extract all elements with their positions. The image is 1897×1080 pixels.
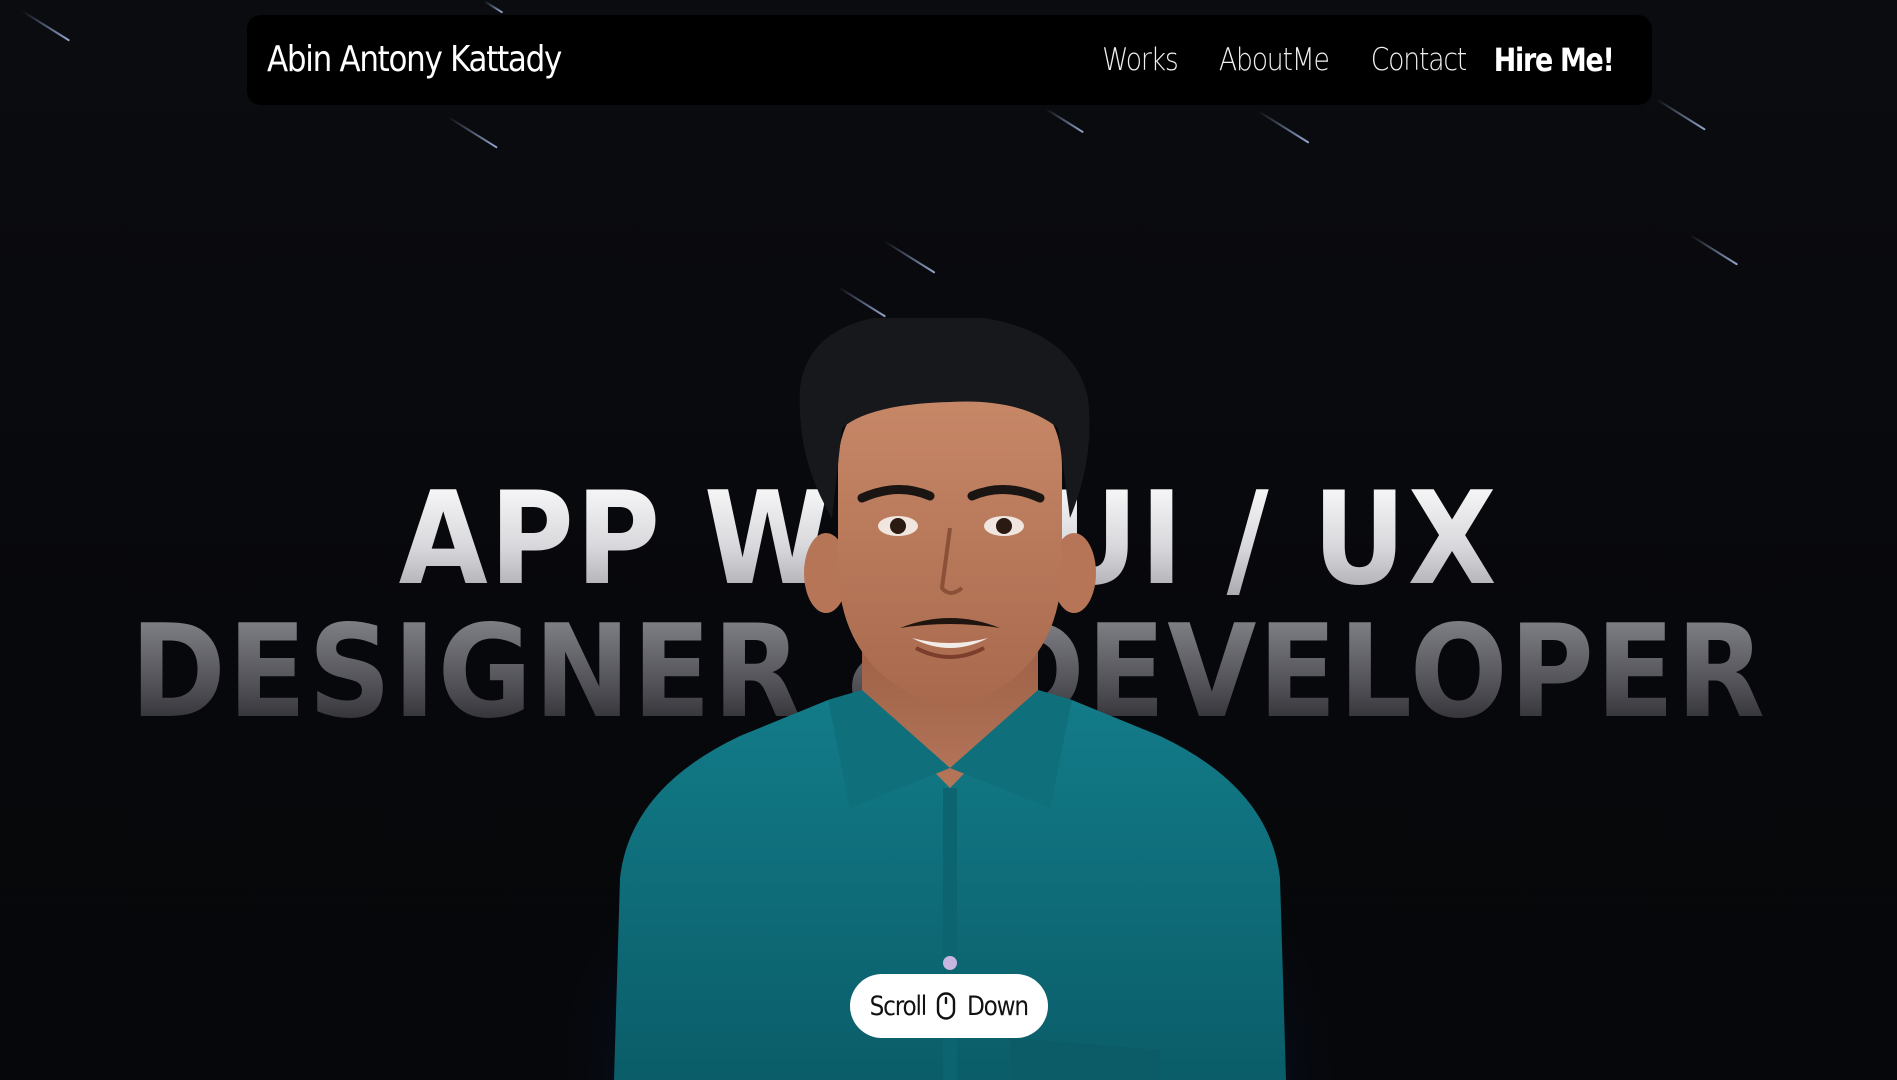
brand-logo[interactable]: Abin Antony Kattady bbox=[267, 15, 562, 105]
nav-link-aboutme[interactable]: AboutMe bbox=[1218, 42, 1329, 78]
navbar: Abin Antony Kattady Works AboutMe Contac… bbox=[247, 15, 1652, 105]
shooting-star bbox=[447, 116, 498, 149]
shooting-star bbox=[1655, 98, 1706, 131]
shooting-star bbox=[883, 240, 936, 274]
shooting-star bbox=[483, 0, 504, 14]
hire-me-button[interactable]: Hire Me! bbox=[1494, 15, 1615, 105]
hero-section: APP WEB UI / UX DESIGNER & DEVELOPER bbox=[0, 0, 1897, 1080]
shooting-star bbox=[1689, 234, 1739, 266]
portrait-photo bbox=[614, 318, 1286, 1080]
nav-link-works[interactable]: Works bbox=[1102, 42, 1179, 78]
mouse-icon bbox=[937, 992, 956, 1020]
nav-link-contact[interactable]: Contact bbox=[1371, 42, 1468, 78]
scroll-down-button[interactable]: Scroll Down bbox=[850, 974, 1048, 1038]
scroll-label-left: Scroll bbox=[869, 990, 927, 1022]
shooting-star bbox=[21, 10, 71, 42]
scroll-label-right: Down bbox=[967, 990, 1029, 1022]
shooting-star bbox=[1257, 110, 1310, 144]
shooting-star bbox=[837, 286, 887, 318]
nav-links: Works AboutMe Contact bbox=[1096, 15, 1474, 105]
shooting-star bbox=[1045, 108, 1084, 134]
